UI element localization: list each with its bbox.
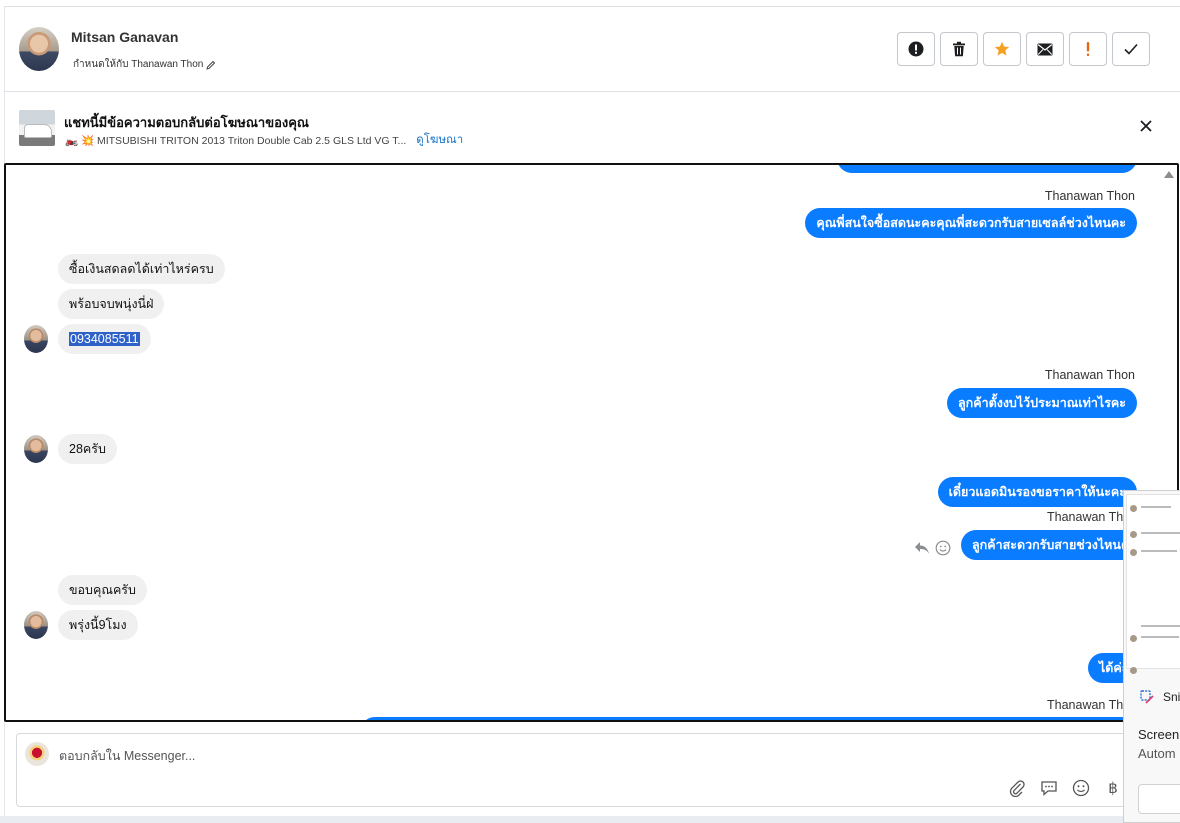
star-button[interactable] (983, 32, 1021, 66)
message-bubble-incoming[interactable]: ขอบคุณครับ (58, 575, 147, 605)
contact-avatar[interactable] (19, 27, 59, 71)
messenger-inbox-page: Mitsan Ganavan กำหนดให้กับ Thanawan Thon (0, 0, 1180, 823)
phone-number-text[interactable]: 0934085511 (69, 332, 140, 346)
done-button[interactable] (1112, 32, 1150, 66)
star-icon (994, 41, 1010, 56)
view-ad-link[interactable]: ดูโฆษณา (416, 131, 463, 149)
mark-unread-button[interactable] (1026, 32, 1064, 66)
page-avatar (25, 742, 49, 766)
assigned-text: กำหนดให้กับ Thanawan Thon (73, 59, 204, 70)
snip-line-2: Autom (1138, 746, 1176, 761)
assignment-label[interactable]: กำหนดให้กับ Thanawan Thon (73, 57, 216, 72)
trash-icon (953, 41, 965, 57)
exclamation-icon (1086, 42, 1090, 56)
message-bubble-incoming[interactable]: 28ครับ (58, 434, 117, 464)
paperclip-icon[interactable] (1007, 778, 1027, 798)
scroll-up-arrow[interactable] (1164, 171, 1174, 178)
header-actions (897, 32, 1150, 66)
sender-name: Thanawan Thon (1044, 368, 1135, 382)
contact-avatar-small (24, 611, 48, 639)
alert-circle-icon (908, 41, 924, 57)
message-bubble-incoming[interactable]: พร้อบจบพนุ่งนี่ฝ่ (58, 289, 165, 319)
ad-reply-banner: แชทนี้มีข้อความตอบกลับต่อโฆษณาของคุณ 🏍️ … (5, 92, 1180, 162)
baht-icon[interactable]: ฿ (1103, 778, 1123, 798)
ad-description: 🏍️ 💥 MITSUBISHI TRITON 2013 Triton Doubl… (65, 134, 407, 147)
reply-input[interactable] (59, 744, 959, 768)
reply-icon[interactable] (914, 541, 930, 555)
screenshot-thumbnail[interactable] (1126, 494, 1180, 674)
ad-thumbnail[interactable] (19, 110, 55, 146)
message-bubble-outgoing[interactable]: ลูกค้าตั้งงบไว้ประมาณเท่าไรคะ (947, 388, 1137, 418)
conversation-header: Mitsan Ganavan กำหนดให้กับ Thanawan Thon (5, 7, 1180, 91)
pencil-icon[interactable] (206, 60, 216, 70)
snip-action-button[interactable] (1138, 784, 1180, 814)
message-bubble-incoming[interactable]: ซื้อเงินสดลดได้เท่าไหร่ครบ (58, 254, 225, 284)
snip-app-name: Sni (1163, 690, 1180, 704)
message-bubble-outgoing[interactable] (360, 717, 1140, 720)
checkmark-icon (1124, 43, 1138, 55)
message-composer: ฿ (16, 733, 1166, 807)
conversation-thread[interactable]: Thanawan Thon คุณพี่สนใจซื้อสดนะคะคุณพี่… (4, 163, 1179, 722)
snipping-tool-notification[interactable]: Sni Screen Autom (1123, 490, 1180, 823)
contact-name[interactable]: Mitsan Ganavan (71, 29, 178, 45)
envelope-icon (1037, 43, 1053, 55)
mark-spam-button[interactable] (897, 32, 935, 66)
message-bubble-incoming[interactable]: 0934085511 (58, 324, 151, 354)
ad-banner-subtitle: 🏍️ 💥 MITSUBISHI TRITON 2013 Triton Doubl… (65, 131, 463, 149)
composer-toolbar: ฿ (1007, 778, 1123, 798)
message-bubble-outgoing[interactable]: เดี๋ยวแอดมินรองขอราคาให้นะคะ (937, 477, 1137, 507)
sender-name: Thanawan Thon (1044, 189, 1135, 203)
message-bubble-outgoing[interactable] (837, 165, 1137, 173)
snip-line-1: Screen (1138, 727, 1180, 742)
ad-banner-title: แชทนี้มีข้อความตอบกลับต่อโฆษณาของคุณ (64, 115, 309, 130)
message-bubble-outgoing[interactable]: คุณพี่สนใจซื้อสดนะคะคุณพี่สะดวกรับสายเซล… (805, 208, 1137, 238)
contact-avatar-small (24, 435, 48, 463)
follow-up-button[interactable] (1069, 32, 1107, 66)
saved-reply-icon[interactable] (1039, 778, 1059, 798)
bottom-strip (0, 816, 1180, 823)
emoji-reaction-icon[interactable] (935, 540, 951, 556)
contact-avatar-small (24, 325, 48, 353)
close-icon[interactable] (1138, 118, 1154, 134)
snipping-tool-logo-icon (1140, 690, 1154, 704)
delete-button[interactable] (940, 32, 978, 66)
message-bubble-incoming[interactable]: พรุ่งนี้9โมง (58, 610, 138, 640)
message-bubble-outgoing[interactable]: ลูกค้าสะดวกรับสายช่วงไหนคะ (961, 530, 1148, 560)
emoji-icon[interactable] (1071, 778, 1091, 798)
